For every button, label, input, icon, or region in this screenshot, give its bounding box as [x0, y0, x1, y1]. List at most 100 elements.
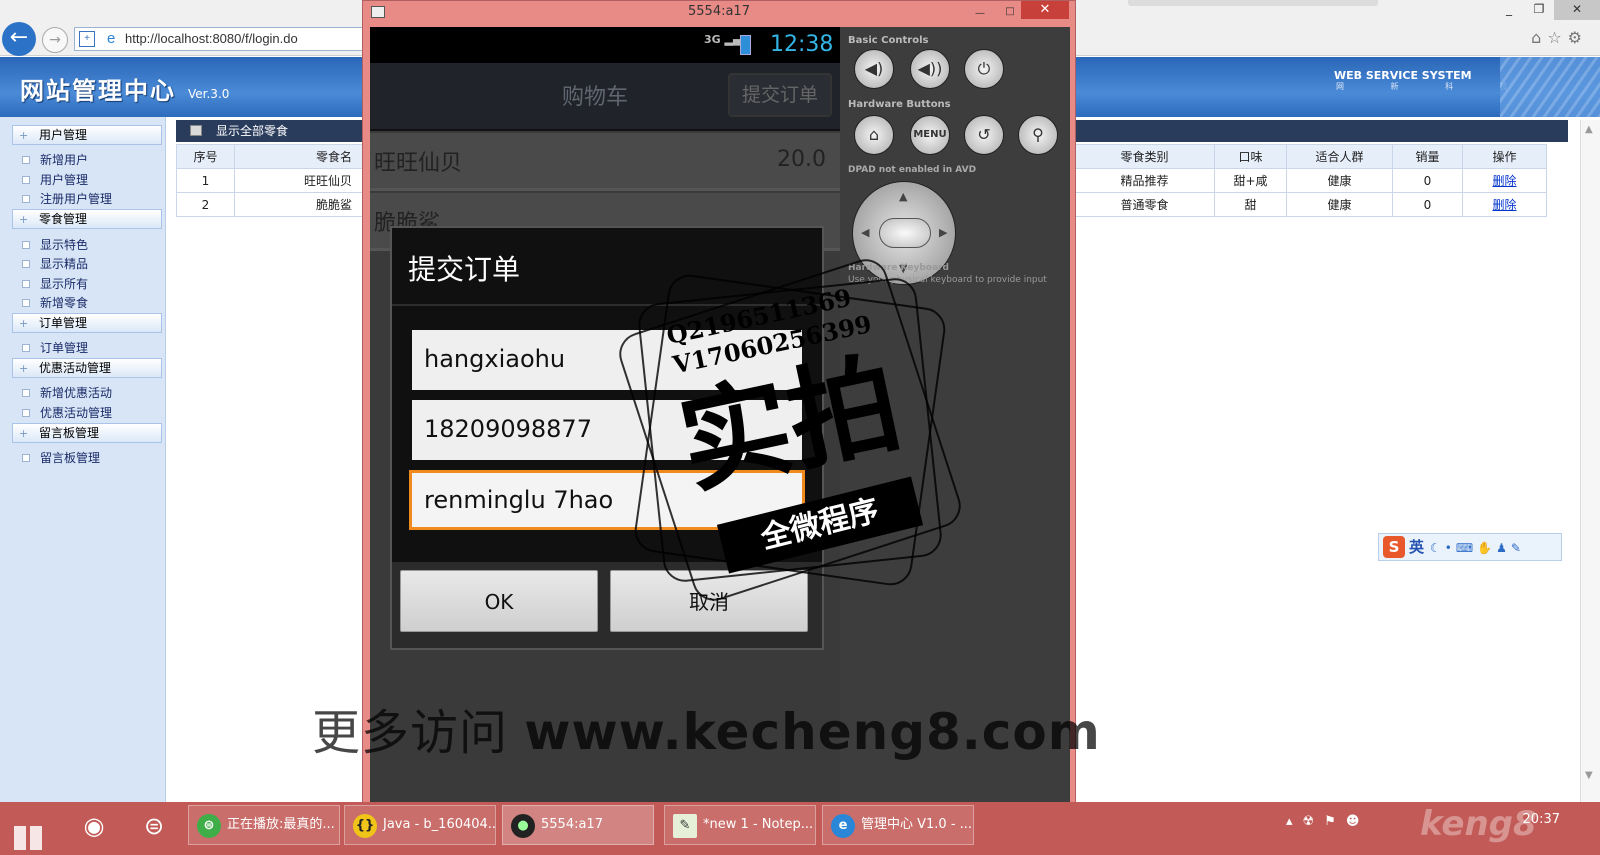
taskbar-clock[interactable]: 20:37	[1523, 812, 1560, 827]
sidebar-item-registered-users[interactable]: 注册用户管理	[22, 191, 112, 207]
emulator-minimize-button[interactable]: —	[971, 3, 989, 19]
ime-tool-icons[interactable]: ☾•⌨✋♟✎	[1430, 541, 1525, 555]
dialog-divider	[392, 304, 822, 306]
collapse-icon	[22, 409, 30, 417]
favorites-star-icon[interactable]: ☆	[1547, 28, 1567, 47]
sogou-logo-icon: S	[1383, 536, 1405, 558]
cell-taste: 甜	[1214, 192, 1287, 217]
sidebar-item-message-manage[interactable]: 留言板管理	[22, 450, 100, 466]
delete-link[interactable]: 删除	[1492, 174, 1516, 188]
browser-right-tools: ⌂☆⚙	[1531, 28, 1588, 47]
cell-index: 2	[176, 192, 235, 217]
back-button[interactable]: ←	[2, 22, 36, 56]
compat-view-icon[interactable]: +	[79, 31, 95, 47]
tray-icons[interactable]: ▴☢⚑☻	[1286, 814, 1369, 829]
tray-overflow-icon[interactable]: ▴	[1286, 814, 1303, 829]
sidebar-item-label: 新增用户	[40, 153, 89, 167]
player-icon[interactable]: ⊜	[134, 808, 174, 844]
sidebar-item-add-promo[interactable]: 新增优惠活动	[22, 385, 112, 401]
sidebar-item-show-all[interactable]: 显示所有	[22, 276, 88, 292]
emulator-maximize-button[interactable]: □	[1001, 1, 1019, 17]
sidebar-item-add-user[interactable]: 新增用户	[22, 152, 88, 168]
dialog-button-bar: OK 取消	[392, 562, 822, 648]
ie-page-icon: e	[107, 30, 116, 47]
cancel-button[interactable]: 取消	[610, 570, 808, 632]
taskbar-app-notepad[interactable]: ✎ *new 1 - Notep...	[664, 805, 816, 845]
close-button[interactable]: ✕	[1554, 0, 1600, 20]
notepad-app-icon: ✎	[673, 814, 697, 838]
collapse-icon	[22, 241, 30, 249]
keyboard-decoration	[1500, 57, 1600, 117]
address-bar[interactable]: + e http://localhost:8080/f/login.do	[74, 27, 366, 51]
sidebar-group-user[interactable]: + 用户管理	[12, 125, 162, 145]
taskbar-app-emulator[interactable]: ● 5554:a17	[502, 805, 654, 845]
submit-order-button[interactable]: 提交订单	[728, 73, 832, 117]
volume-up-icon: ◀))	[917, 59, 943, 78]
cart-item-name: 旺旺仙贝	[374, 151, 463, 176]
cell-sales: 0	[1392, 168, 1463, 193]
tray-qq-icon[interactable]: ☻	[1346, 814, 1370, 829]
sidebar-item-premium[interactable]: 显示精品	[22, 256, 88, 272]
back-hw-button[interactable]: ↺	[964, 115, 1004, 155]
taskbar-app-java[interactable]: {} Java - b_160404...	[344, 805, 496, 845]
hardware-keyboard-hint: Use your physical keyboard to provide in…	[848, 275, 1047, 285]
sidebar-group-order[interactable]: + 订单管理	[12, 313, 162, 333]
gear-icon[interactable]: ⚙	[1568, 28, 1588, 47]
dpad-label: DPAD not enabled in AVD	[848, 165, 977, 175]
sidebar-item-order-manage[interactable]: 订单管理	[22, 340, 88, 356]
home-icon[interactable]: ⌂	[1531, 28, 1547, 47]
address-input[interactable]: renminglu 7hao	[409, 470, 805, 530]
ime-toolbar[interactable]: S 英 ☾•⌨✋♟✎	[1378, 533, 1562, 561]
collapse-icon	[22, 299, 30, 307]
sidebar-group-label: 用户管理	[39, 128, 88, 142]
window-menu-icon[interactable]	[371, 6, 385, 18]
chrome-icon[interactable]: ◉	[74, 808, 114, 844]
restore-button[interactable]: ❐	[1524, 0, 1554, 20]
scroll-down-icon[interactable]: ▼	[1585, 770, 1593, 781]
collapse-icon	[22, 280, 30, 288]
sidebar-item-add-snack[interactable]: 新增零食	[22, 295, 88, 311]
sidebar-group-snack[interactable]: + 零食管理	[12, 209, 162, 229]
volume-down-button[interactable]: ◀)	[854, 49, 894, 89]
scroll-up-icon[interactable]: ▲	[1585, 124, 1593, 135]
sidebar-group-label: 订单管理	[39, 316, 88, 330]
forward-button[interactable]: →	[42, 27, 68, 53]
emulator-controls-panel: Basic Controls ◀) ◀)) ⏻ Hardware Buttons…	[840, 27, 1070, 803]
ime-language[interactable]: 英	[1409, 538, 1424, 556]
sidebar-item-user-manage[interactable]: 用户管理	[22, 172, 88, 188]
phone-input[interactable]: 18209098877	[412, 400, 802, 460]
volume-up-button[interactable]: ◀))	[910, 49, 950, 89]
sidebar-item-label: 显示精品	[40, 257, 89, 271]
sidebar-item-label: 显示特色	[40, 238, 89, 252]
sidebar-item-label: 注册用户管理	[40, 192, 113, 206]
taskbar-app-ie[interactable]: e 管理中心 V1.0 - ...	[822, 805, 974, 845]
app-title: 购物车	[562, 85, 629, 110]
expand-icon: +	[19, 129, 29, 142]
delete-link[interactable]: 删除	[1492, 198, 1516, 212]
list-item[interactable]: 旺旺仙贝 20.0	[370, 133, 840, 191]
sidebar-item-promo-manage[interactable]: 优惠活动管理	[22, 405, 112, 421]
sidebar-group-promo[interactable]: + 优惠活动管理	[12, 358, 162, 378]
emulator-close-button[interactable]: ✕	[1021, 1, 1069, 19]
name-input[interactable]: hangxiaohu	[412, 330, 802, 390]
sidebar-group-label: 零食管理	[39, 212, 88, 226]
power-button[interactable]: ⏻	[964, 49, 1004, 89]
sidebar-item-featured[interactable]: 显示特色	[22, 237, 88, 253]
arrow-left-icon: ←	[9, 25, 29, 50]
search-hw-button[interactable]: ⚲	[1018, 115, 1058, 155]
windows-start-icon[interactable]	[14, 826, 44, 850]
page-scrollbar[interactable]: ▲ ▼	[1580, 120, 1600, 806]
collapse-icon	[22, 344, 30, 352]
home-icon: ⌂	[868, 125, 880, 144]
menu-button[interactable]: MENU	[910, 115, 950, 155]
cell-category: 精品推荐	[1074, 168, 1215, 193]
taskbar-app-player[interactable]: ⊜ 正在播放:最真的...	[188, 805, 340, 845]
minimize-button[interactable]: _	[1494, 0, 1524, 20]
sidebar-group-message[interactable]: + 留言板管理	[12, 423, 162, 443]
tray-network-icon[interactable]: ☢	[1303, 814, 1325, 829]
col-header-action: 操作	[1462, 144, 1547, 169]
ok-button[interactable]: OK	[400, 570, 598, 632]
expand-icon: +	[19, 362, 29, 375]
tray-flag-icon[interactable]: ⚑	[1324, 814, 1346, 829]
home-button[interactable]: ⌂	[854, 115, 894, 155]
